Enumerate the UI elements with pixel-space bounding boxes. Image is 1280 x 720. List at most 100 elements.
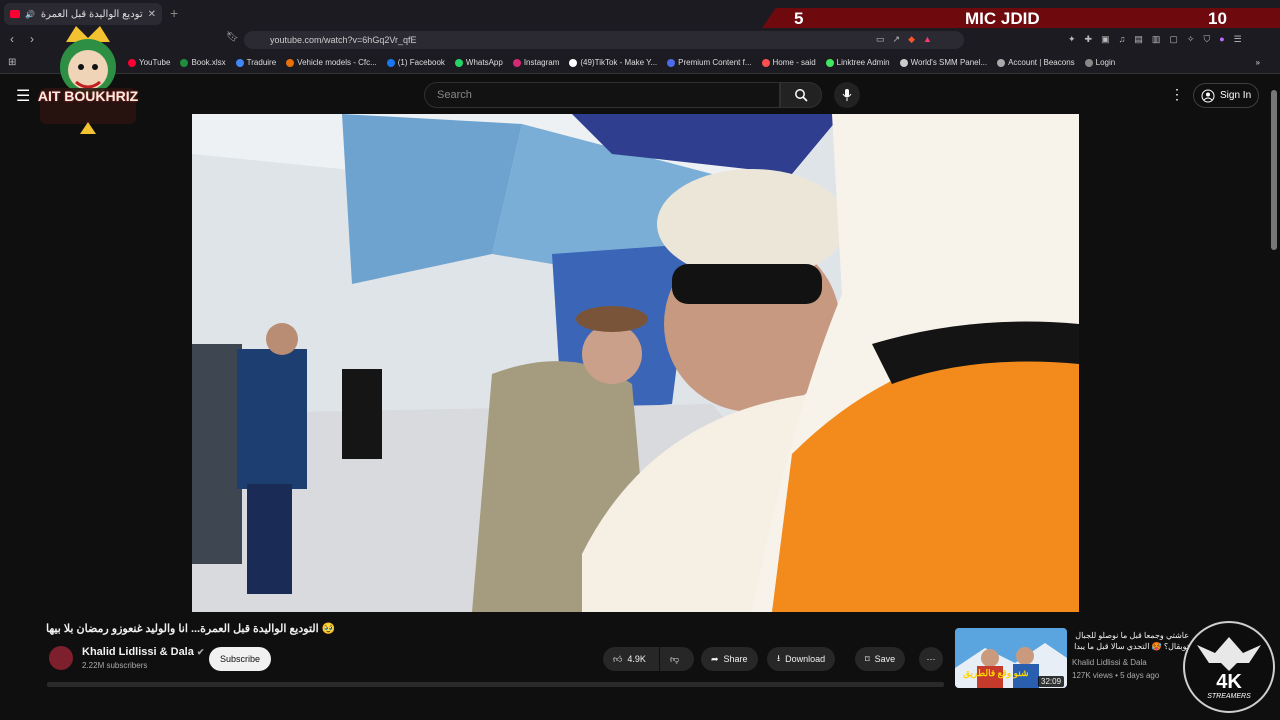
video-frame — [192, 114, 1079, 612]
channel-name-text: Khalid Lidlissi & Dala — [82, 646, 194, 658]
bookmark-favicon-icon — [825, 58, 834, 67]
microphone-icon — [842, 89, 852, 101]
search-button[interactable] — [780, 82, 822, 108]
bookmark-favicon-icon — [286, 58, 295, 67]
url-bar[interactable]: youtube.com/watch?v=6hGq2Vr_qfE — [244, 31, 964, 49]
bookmark-label: Book.xlsx — [191, 58, 226, 67]
bookmark-label: Traduire — [246, 58, 277, 67]
subscriber-count: 2.22M subscribers — [82, 661, 148, 670]
save-icon: ⌑ — [865, 653, 870, 664]
badge-text: 4K — [1216, 671, 1242, 693]
puzzle-icon[interactable]: ✚ — [1085, 34, 1093, 45]
close-tab-icon[interactable]: ✕ — [148, 9, 156, 20]
back-icon[interactable]: ‹ — [10, 32, 14, 46]
profile-icon[interactable]: ● — [1219, 34, 1224, 45]
recommended-title[interactable]: عاشتي وجمعا قبل ما نوصلو للجبال توبقال؟ … — [1071, 630, 1189, 652]
bookmark-favicon-icon — [386, 58, 395, 67]
score-left: 5 — [794, 9, 804, 28]
sign-in-button[interactable]: Sign In — [1193, 83, 1259, 108]
bookmark-label: Premium Content f... — [678, 58, 752, 67]
search-input[interactable]: Search — [424, 82, 780, 108]
document-icon[interactable]: ▤ — [1134, 34, 1143, 45]
share-button[interactable]: ➦ Share — [701, 647, 758, 671]
bookmark-label: Account | Beacons — [1008, 58, 1075, 67]
audio-icon[interactable]: 🔊 — [25, 10, 35, 19]
brave-shield-icon[interactable]: ◆ — [908, 34, 915, 45]
bookmark-favicon-icon — [667, 58, 676, 67]
bookmark-favicon-icon — [569, 58, 578, 67]
wallet-icon[interactable]: ▢ — [1169, 34, 1178, 45]
description-box[interactable] — [47, 682, 944, 687]
bookmark-label: Home - said — [772, 58, 816, 67]
channel-name[interactable]: Khalid Lidlissi & Dala ✔ — [82, 646, 204, 658]
more-options-icon[interactable]: ⋮ — [1170, 86, 1184, 103]
video-title: 🥹 التوديع الواليدة قبل العمرة... انا وال… — [46, 623, 336, 635]
vpn-icon[interactable]: ⛉ — [1203, 34, 1210, 45]
menu-icon[interactable]: ☰ — [1234, 34, 1242, 45]
search-icon — [795, 89, 808, 102]
bookmark-favicon-icon — [997, 58, 1006, 67]
bookmark-label: World's SMM Panel... — [910, 58, 988, 67]
dislike-button[interactable]: 👎︎ — [660, 647, 694, 671]
share-page-icon[interactable]: ↗ — [893, 34, 901, 45]
music-icon[interactable]: ♫ — [1119, 34, 1126, 45]
extension-icon-2[interactable]: ▣ — [1101, 34, 1110, 45]
sparkle-icon[interactable]: ✧ — [1187, 34, 1195, 45]
bookmark-item[interactable]: World's SMM Panel... — [899, 58, 988, 67]
bookmarks-bar: YouTube Book.xlsx Traduire Vehicle models -… — [0, 52, 1280, 74]
bookmark-item[interactable]: Linktree Admin — [825, 58, 890, 67]
bookmark-item[interactable]: Instagram — [512, 58, 559, 67]
sidebar-icon[interactable]: ▥ — [1152, 34, 1161, 45]
bookmark-label: YouTube — [139, 58, 171, 67]
screenshot-icon[interactable]: ▭ — [876, 34, 885, 45]
bookmark-icon[interactable]: 🔖︎ — [226, 32, 239, 43]
bookmark-label: Vehicle models - Cfc... — [297, 58, 377, 67]
streamer-logo: AIT BOUKHRIZ — [36, 22, 140, 134]
share-label: Share — [723, 654, 748, 664]
extension-icon-1[interactable]: ✦ — [1068, 34, 1076, 45]
forward-icon[interactable]: › — [30, 32, 34, 46]
channel-avatar[interactable] — [49, 646, 73, 670]
bookmark-favicon-icon — [180, 58, 189, 67]
like-count: 4.9K — [627, 654, 646, 664]
bookmark-item[interactable]: Account | Beacons — [997, 58, 1075, 67]
bookmark-item[interactable]: Traduire — [235, 58, 277, 67]
bookmark-item[interactable]: Login — [1084, 58, 1115, 67]
video-duration: 32:09 — [1038, 676, 1065, 687]
new-tab-button[interactable]: + — [170, 5, 178, 21]
bookmarks-overflow-icon[interactable]: » — [1256, 58, 1280, 67]
bookmark-item[interactable]: (1) Facebook — [386, 58, 445, 67]
subscribe-button[interactable]: Subscribe — [209, 647, 271, 671]
bookmark-item[interactable]: Home - said — [761, 58, 816, 67]
like-button[interactable]: 👍︎ 4.9K — [603, 647, 659, 671]
more-actions-icon: ⋯ — [926, 653, 936, 664]
score-right: 10 — [1208, 9, 1227, 28]
save-button[interactable]: ⌑ Save — [855, 647, 906, 671]
rewards-icon[interactable]: ▲ — [923, 34, 932, 45]
bookmark-favicon-icon — [1084, 58, 1093, 67]
download-button[interactable]: ⭳ Download — [767, 647, 836, 671]
video-player[interactable] — [192, 114, 1079, 612]
recommended-meta: 127K views • 5 days ago — [1072, 671, 1160, 680]
recommended-channel[interactable]: Khalid Lidlissi & Dala — [1072, 658, 1147, 667]
thumbs-down-icon: 👎︎ — [670, 653, 680, 664]
logo-text: AIT BOUKHRIZ — [37, 88, 139, 104]
bookmark-item[interactable]: WhatsApp — [454, 58, 503, 67]
voice-search-button[interactable] — [834, 82, 860, 108]
bookmark-item[interactable]: (49)TikTok - Make Y... — [569, 58, 657, 67]
thumbs-up-icon: 👍︎ — [613, 653, 623, 664]
more-actions-button[interactable]: ⋯ — [919, 647, 943, 671]
bookmark-item[interactable]: Premium Content f... — [667, 58, 752, 67]
bookmark-favicon-icon — [235, 58, 244, 67]
bookmark-favicon-icon — [761, 58, 770, 67]
apps-icon[interactable]: ⊞ — [8, 57, 16, 68]
extensions-bar: ✦ ✚ ▣ ♫ ▤ ▥ ▢ ✧ ⛉ ● ☰ — [1068, 34, 1242, 45]
bookmark-item[interactable]: Vehicle models - Cfc... — [286, 58, 377, 67]
hamburger-menu-icon[interactable]: ☰ — [16, 86, 30, 106]
page-scrollbar[interactable] — [1271, 90, 1277, 250]
bookmark-item[interactable]: Book.xlsx — [180, 58, 226, 67]
youtube-favicon-icon — [10, 10, 20, 18]
bookmark-favicon-icon — [899, 58, 908, 67]
badge-subtext: STREAMERS — [1207, 693, 1251, 700]
bookmark-favicon-icon — [512, 58, 521, 67]
